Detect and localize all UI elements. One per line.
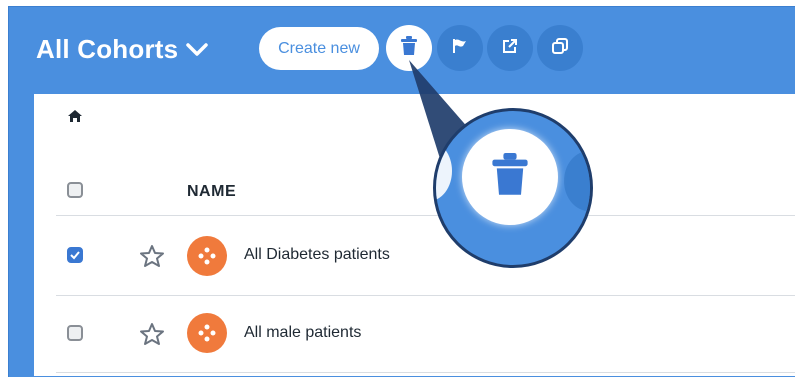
magnified-create-button	[436, 141, 452, 201]
magnifier-callout	[433, 108, 593, 268]
callout-pointer	[409, 60, 470, 165]
magnified-delete-button	[462, 129, 558, 225]
magnified-flag-button	[564, 151, 590, 211]
trash-icon	[490, 152, 530, 202]
